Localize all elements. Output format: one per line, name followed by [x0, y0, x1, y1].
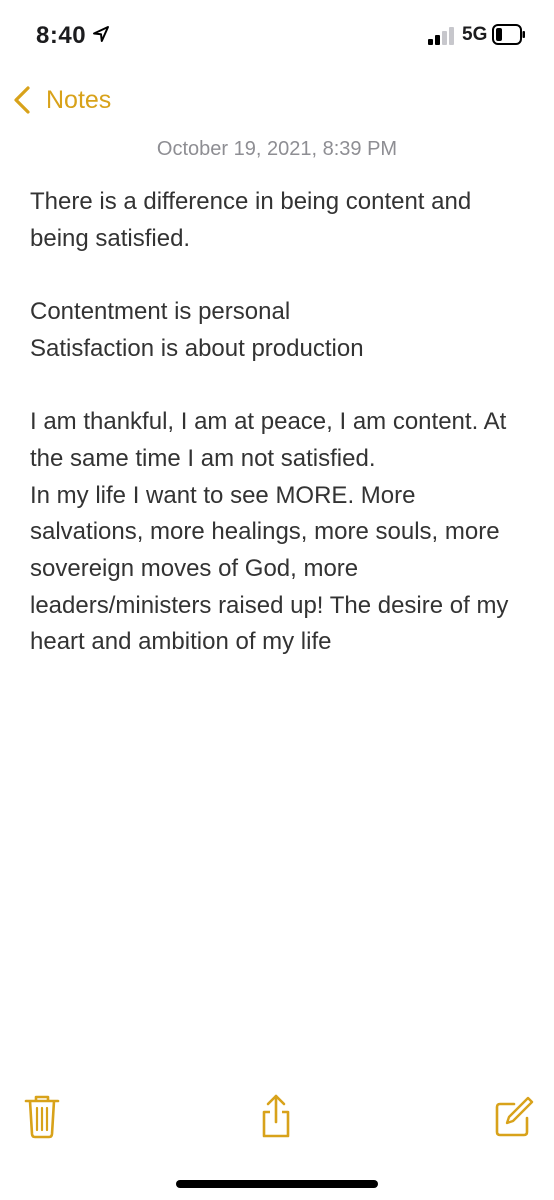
note-blank-line	[30, 368, 530, 405]
signal-bars-icon	[428, 27, 456, 45]
home-indicator[interactable]	[176, 1180, 378, 1188]
trash-icon	[24, 1095, 60, 1139]
battery-icon	[492, 24, 526, 45]
chevron-left-icon	[14, 86, 30, 114]
location-arrow-icon	[92, 25, 110, 43]
note-body[interactable]: There is a difference in being content a…	[30, 184, 530, 661]
share-button[interactable]	[254, 1092, 298, 1140]
note-date: October 19, 2021, 8:39 PM	[156, 138, 398, 160]
compose-button[interactable]	[492, 1092, 536, 1140]
note-blank-line	[30, 257, 530, 294]
network-type: 5G	[462, 24, 488, 45]
status-time: 8:40	[36, 22, 87, 49]
note-paragraph: There is a difference in being content a…	[30, 188, 472, 252]
back-label: Notes	[46, 85, 112, 114]
navigation-bar: Notes	[0, 72, 554, 124]
note-paragraph: In my life I want to see MORE. More salv…	[30, 481, 509, 656]
note-paragraph: Contentment is personal	[30, 298, 291, 326]
note-paragraph: I am thankful, I am at peace, I am conte…	[30, 408, 507, 472]
status-bar: 8:40 5G	[0, 0, 554, 70]
share-icon	[262, 1094, 290, 1138]
note-paragraph: Satisfaction is about production	[30, 334, 364, 362]
trash-button[interactable]	[20, 1092, 64, 1140]
bottom-toolbar	[0, 1092, 554, 1152]
compose-icon	[495, 1096, 534, 1137]
back-button[interactable]: Notes	[12, 80, 111, 120]
